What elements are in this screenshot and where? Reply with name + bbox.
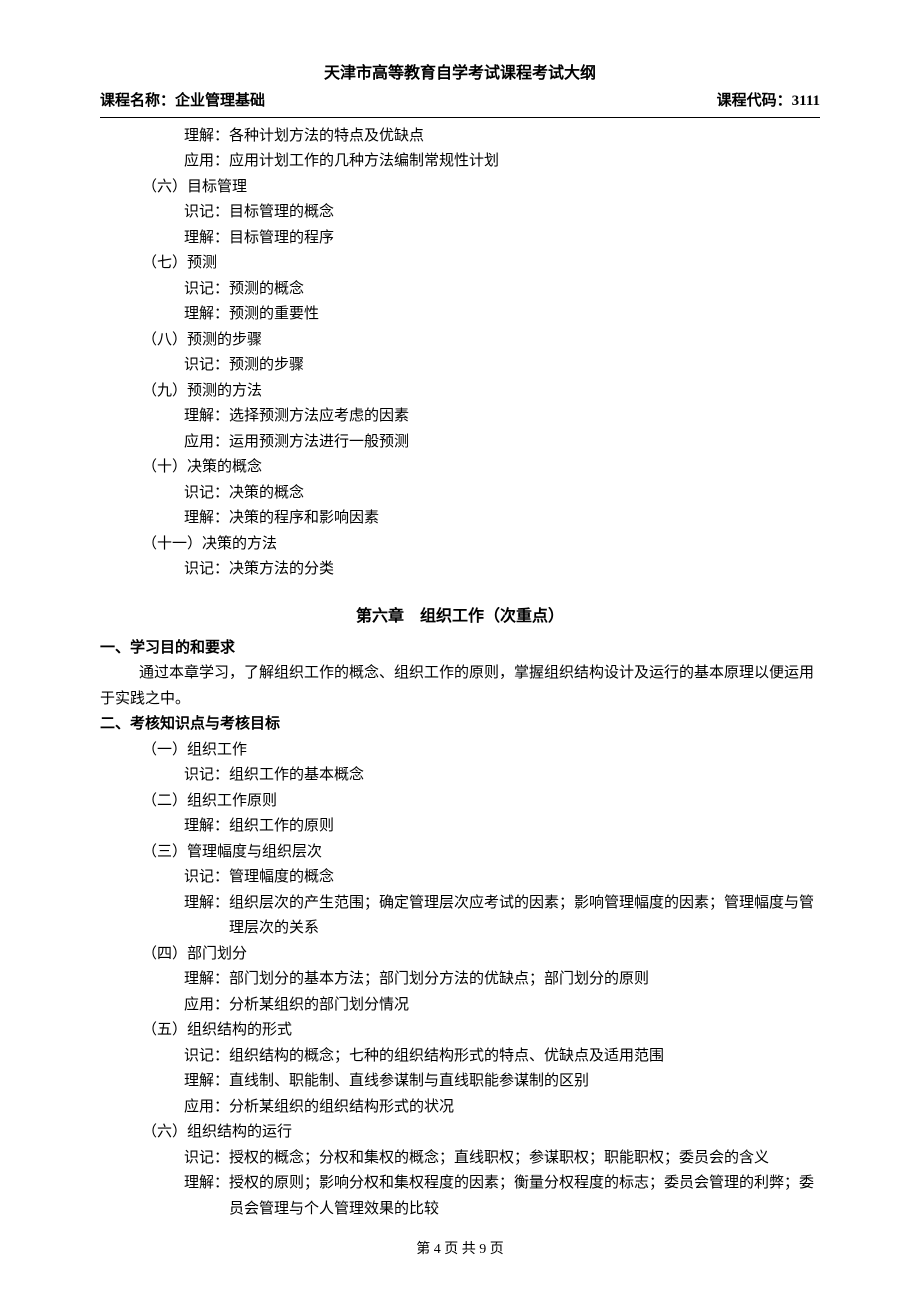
page: 天津市高等教育自学考试课程考试大纲 课程名称：企业管理基础 课程代码：3111 … [0, 0, 920, 1302]
line: 理解：目标管理的程序 [100, 226, 820, 252]
outline-item: （八）预测的步骤 [100, 328, 820, 354]
course-code: 课程代码：3111 [717, 89, 820, 115]
line: 识记：决策的概念 [100, 481, 820, 507]
outline-item: （九）预测的方法 [100, 379, 820, 405]
chapter-title: 第六章 组织工作（次重点） [100, 603, 820, 630]
line: 理解：部门划分的基本方法；部门划分方法的优缺点；部门划分的原则 [100, 967, 820, 993]
line: 理解：各种计划方法的特点及优缺点 [100, 124, 820, 150]
line: 应用：应用计划工作的几种方法编制常规性计划 [100, 149, 820, 175]
line: 应用：分析某组织的部门划分情况 [100, 993, 820, 1019]
section-heading: 一、学习目的和要求 [100, 636, 820, 662]
content-body: 理解：各种计划方法的特点及优缺点 应用：应用计划工作的几种方法编制常规性计划 （… [100, 124, 820, 1223]
outline-item: （十一）决策的方法 [100, 532, 820, 558]
outline-item: （二）组织工作原则 [100, 789, 820, 815]
line: 识记：决策方法的分类 [100, 557, 820, 583]
course-name: 课程名称：企业管理基础 [100, 89, 265, 115]
line: 应用：运用预测方法进行一般预测 [100, 430, 820, 456]
line: 理解：选择预测方法应考虑的因素 [100, 404, 820, 430]
section-heading: 二、考核知识点与考核目标 [100, 712, 820, 738]
line: 理解：授权的原则；影响分权和集权程度的因素；衡量分权程度的标志；委员会管理的利弊… [100, 1171, 820, 1222]
line: 理解：直线制、职能制、直线参谋制与直线职能参谋制的区别 [100, 1069, 820, 1095]
outline-item: （六）目标管理 [100, 175, 820, 201]
line: 应用：分析某组织的组织结构形式的状况 [100, 1095, 820, 1121]
outline-item: （一）组织工作 [100, 738, 820, 764]
outline-item: （七）预测 [100, 251, 820, 277]
line: 识记：目标管理的概念 [100, 200, 820, 226]
outline-item: （四）部门划分 [100, 942, 820, 968]
line: 识记：预测的步骤 [100, 353, 820, 379]
line: 理解：组织层次的产生范围；确定管理层次应考试的因素；影响管理幅度的因素；管理幅度… [100, 891, 820, 942]
outline-item: （六）组织结构的运行 [100, 1120, 820, 1146]
line: 理解：决策的程序和影响因素 [100, 506, 820, 532]
line: 识记：组织结构的概念；七种的组织结构形式的特点、优缺点及适用范围 [100, 1044, 820, 1070]
line: 识记：预测的概念 [100, 277, 820, 303]
document-title: 天津市高等教育自学考试课程考试大纲 [100, 60, 820, 87]
line: 理解：预测的重要性 [100, 302, 820, 328]
outline-item: （十）决策的概念 [100, 455, 820, 481]
header-line: 课程名称：企业管理基础 课程代码：3111 [100, 89, 820, 118]
paragraph: 通过本章学习，了解组织工作的概念、组织工作的原则，掌握组织结构设计及运行的基本原… [100, 661, 820, 712]
outline-item: （五）组织结构的形式 [100, 1018, 820, 1044]
line: 理解：组织工作的原则 [100, 814, 820, 840]
page-footer: 第 4 页 共 9 页 [0, 1238, 920, 1262]
line: 识记：组织工作的基本概念 [100, 763, 820, 789]
outline-item: （三）管理幅度与组织层次 [100, 840, 820, 866]
line: 识记：授权的概念；分权和集权的概念；直线职权；参谋职权；职能职权；委员会的含义 [100, 1146, 820, 1172]
line: 识记：管理幅度的概念 [100, 865, 820, 891]
